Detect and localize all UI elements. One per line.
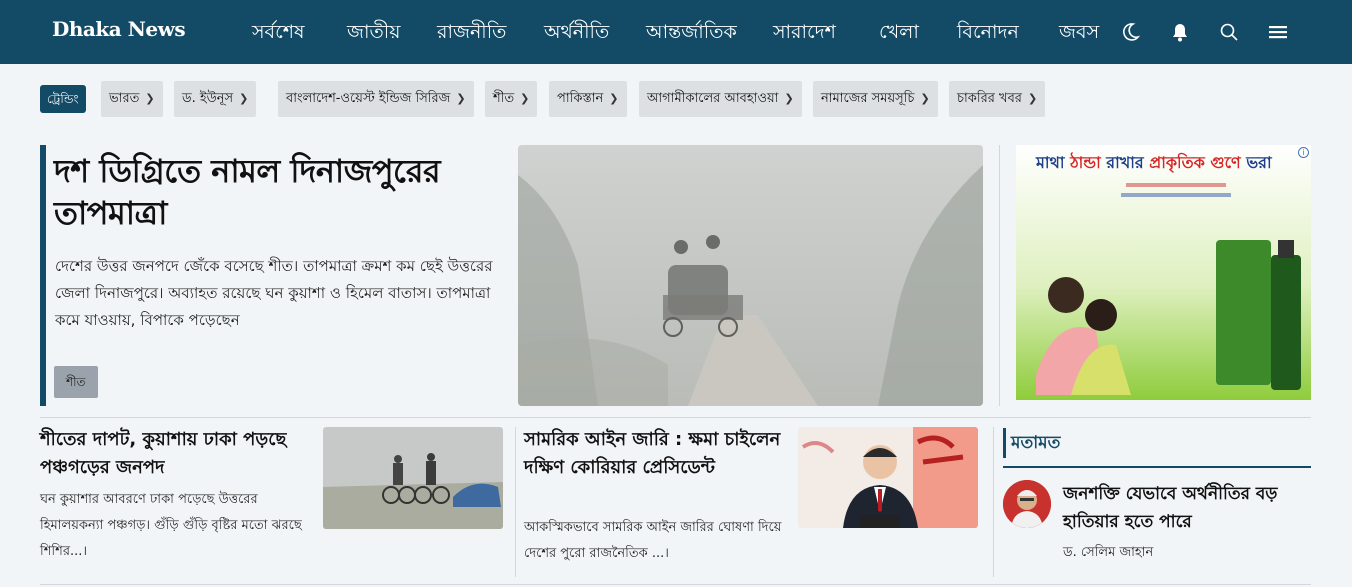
trending-chip[interactable]: ভারত ❯ xyxy=(101,81,163,117)
trending-chip[interactable]: পাকিস্তান ❯ xyxy=(549,81,627,117)
nav-item-international[interactable]: আন্তর্জাতিক xyxy=(646,18,737,50)
story-headline[interactable]: সামরিক আইন জারি : ক্ষমা চাইলেন দক্ষিণ কো… xyxy=(524,426,784,482)
opinion-underline xyxy=(1003,466,1311,468)
nav-item-sports[interactable]: খেলা xyxy=(879,18,919,50)
section-divider xyxy=(40,584,1311,585)
chip-label: ড. ইউনূস xyxy=(182,91,234,106)
chevron-right-icon: ❯ xyxy=(520,92,530,105)
lead-tag-button[interactable]: শীত xyxy=(54,366,98,398)
opinion-section-title[interactable]: মতামত xyxy=(1011,430,1060,458)
trending-chip[interactable]: ড. ইউনূস ❯ xyxy=(174,81,257,117)
chip-label: চাকরির খবর xyxy=(957,91,1022,106)
chip-label: ভারত xyxy=(109,91,140,106)
trending-chip[interactable]: বাংলাদেশ-ওয়েস্ট ইন্ডিজ সিরিজ ❯ xyxy=(278,81,474,117)
chevron-right-icon: ❯ xyxy=(609,92,619,105)
moon-icon[interactable] xyxy=(1118,20,1142,44)
story-thumbnail[interactable] xyxy=(323,427,503,529)
nav-item-national[interactable]: জাতীয় xyxy=(347,18,400,50)
chip-label: পাকিস্তান xyxy=(557,91,604,106)
chevron-right-icon: ❯ xyxy=(920,92,930,105)
search-icon[interactable] xyxy=(1217,20,1241,44)
chevron-right-icon: ❯ xyxy=(1027,92,1038,105)
chip-label: বাংলাদেশ-ওয়েস্ট ইন্ডিজ সিরিজ xyxy=(286,91,451,106)
story-thumbnail[interactable] xyxy=(798,427,978,528)
opinion-headline[interactable]: জনশক্তি যেভাবে অর্থনীতির বড় হাতিয়ার হত… xyxy=(1063,480,1313,536)
lead-accent-bar xyxy=(40,145,46,406)
lead-image[interactable] xyxy=(518,145,983,406)
trending-chip[interactable]: চাকরির খবর ❯ xyxy=(949,81,1046,117)
column-divider xyxy=(515,427,516,577)
menu-icon[interactable] xyxy=(1266,20,1290,44)
site-logo[interactable]: Dhaka News xyxy=(52,17,186,41)
ad-headline: মাথা ঠান্ডা রাখার প্রাকৃতিক গুণে ভরা xyxy=(1036,153,1272,172)
nav-item-country[interactable]: সারাদেশ xyxy=(773,18,836,50)
nav-item-jobs[interactable]: জবস xyxy=(1059,18,1099,50)
chevron-right-icon: ❯ xyxy=(239,92,249,105)
trending-chip[interactable]: শীত ❯ xyxy=(485,81,538,117)
column-divider xyxy=(999,145,1000,406)
story-headline[interactable]: শীতের দাপট, কুয়াশায় ঢাকা পড়ছে পঞ্চগড়… xyxy=(40,426,310,482)
chevron-right-icon: ❯ xyxy=(784,92,794,105)
nav-item-latest[interactable]: সর্বশেষ xyxy=(252,18,304,50)
lead-summary: দেশের উত্তর জনপদে জেঁকে বসেছে শীত। তাপমা… xyxy=(55,257,493,329)
nav-item-politics[interactable]: রাজনীতি xyxy=(437,18,506,50)
story-summary: ঘন কুয়াশার আবরণে ঢাকা পড়েছে উত্তরের হি… xyxy=(40,492,302,559)
ad-info-icon[interactable]: i xyxy=(1298,147,1309,158)
opinion-author[interactable]: ড. সেলিম জাহান xyxy=(1063,543,1153,564)
author-avatar[interactable] xyxy=(1003,480,1051,528)
column-divider xyxy=(993,427,994,577)
nav-item-economy[interactable]: অর্থনীতি xyxy=(544,18,609,50)
story-summary: আকস্মিকভাবে সামরিক আইন জারির ঘোষণা দিয়ে… xyxy=(524,520,782,561)
site-header: Dhaka News সর্বশেষ জাতীয় রাজনীতি অর্থনী… xyxy=(0,0,1352,64)
bell-icon[interactable] xyxy=(1168,20,1192,44)
chevron-right-icon: ❯ xyxy=(456,92,466,105)
nav-item-entertainment[interactable]: বিনোদন xyxy=(957,18,1019,50)
trending-chip[interactable]: নামাজের সময়সূচি ❯ xyxy=(813,81,938,117)
advertisement[interactable]: মাথা ঠান্ডা রাখার প্রাকৃতিক গুণে ভরা i xyxy=(1016,145,1311,400)
trending-label: ট্রেন্ডিং xyxy=(40,85,86,113)
trending-chip[interactable]: আগামীকালের আবহাওয়া ❯ xyxy=(639,81,802,117)
chevron-right-icon: ❯ xyxy=(145,92,155,105)
opinion-accent-bar xyxy=(1003,428,1006,458)
section-divider xyxy=(40,417,1311,418)
chip-label: আগামীকালের আবহাওয়া xyxy=(647,91,779,106)
chip-label: শীত xyxy=(493,91,515,106)
lead-headline[interactable]: দশ ডিগ্রিতে নামল দিনাজপুরের তাপমাত্রা xyxy=(54,150,504,234)
chip-label: নামাজের সময়সূচি xyxy=(821,91,915,106)
